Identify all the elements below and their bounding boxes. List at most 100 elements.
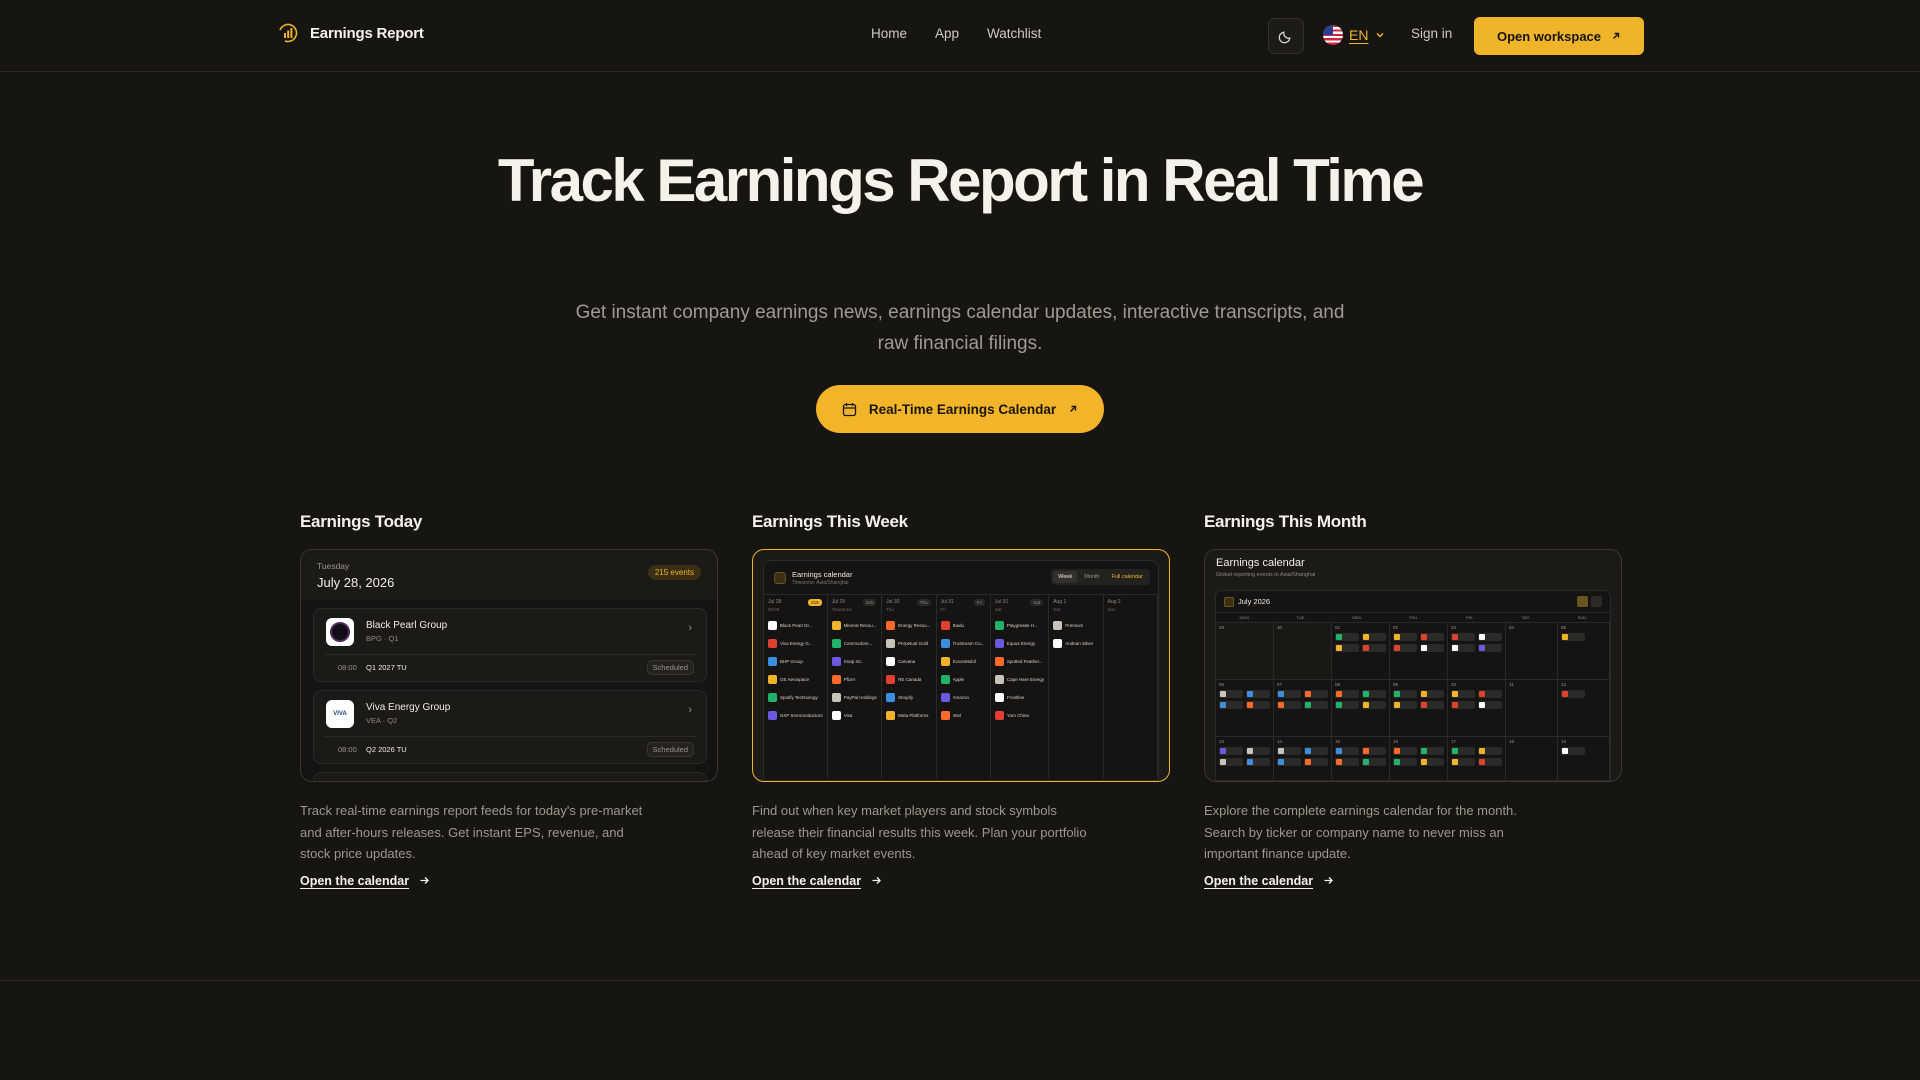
week-event-item[interactable]: Snap Inc. xyxy=(831,657,877,666)
calendar-day-cell[interactable]: 14 xyxy=(1274,737,1332,781)
week-event-item[interactable]: Apple xyxy=(940,675,986,684)
calendar-day-cell[interactable]: 04 xyxy=(1506,623,1558,680)
week-event-item[interactable]: Yum China xyxy=(994,711,1044,720)
month-view-button[interactable] xyxy=(1577,596,1588,607)
week-event-item[interactable]: Andean Silver xyxy=(1053,639,1098,648)
calendar-event-chip[interactable] xyxy=(1219,747,1243,755)
calendar-event-chip[interactable] xyxy=(1277,701,1301,709)
open-calendar-link[interactable]: Open the calendar xyxy=(300,874,718,888)
week-event-item[interactable]: Viva Energy G... xyxy=(768,639,823,648)
calendar-event-chip[interactable] xyxy=(1277,747,1301,755)
calendar-event-chip[interactable] xyxy=(1561,690,1585,698)
calendar-event-chip[interactable] xyxy=(1219,758,1243,766)
calendar-day-cell[interactable]: 07 xyxy=(1274,680,1332,737)
calendar-event-chip[interactable] xyxy=(1335,644,1359,652)
week-event-item[interactable]: PayPal Holdings xyxy=(831,693,877,702)
week-event-item[interactable]: Playgreatie H... xyxy=(994,621,1044,630)
calendar-event-chip[interactable] xyxy=(1335,690,1359,698)
calendar-day-cell[interactable]: 19 xyxy=(1558,737,1610,781)
calendar-event-chip[interactable] xyxy=(1420,701,1444,709)
week-event-item[interactable]: NXP Semiconductors xyxy=(768,711,823,720)
week-day-column[interactable]: Jul 31 Fri Fri Baidu TruStream Co... ExxonMob… xyxy=(937,595,991,778)
calendar-day-cell[interactable]: 09 xyxy=(1390,680,1448,737)
calendar-event-chip[interactable] xyxy=(1277,758,1301,766)
open-calendar-label[interactable]: Open the calendar xyxy=(752,874,861,888)
nav-app-link[interactable]: App xyxy=(935,26,959,41)
calendar-event-chip[interactable] xyxy=(1420,747,1444,755)
earnings-today-preview[interactable]: Tuesday July 28, 2026 215 events Black P… xyxy=(300,549,718,782)
week-day-column[interactable]: Jul 31 Sat Sat Playgreatie H... Equus Energy… xyxy=(991,595,1050,778)
calendar-day-cell[interactable]: 06 xyxy=(1216,680,1274,737)
calendar-event-chip[interactable] xyxy=(1451,644,1475,652)
calendar-event-chip[interactable] xyxy=(1246,747,1270,755)
week-event-item[interactable]: Visa xyxy=(831,711,877,720)
week-event-item[interactable]: BHP Group xyxy=(768,657,823,666)
calendar-event-chip[interactable] xyxy=(1478,701,1502,709)
open-calendar-link[interactable]: Open the calendar xyxy=(752,874,1170,888)
calendar-event-chip[interactable] xyxy=(1277,690,1301,698)
calendar-event-chip[interactable] xyxy=(1393,644,1417,652)
open-calendar-link[interactable]: Open the calendar xyxy=(1204,874,1622,888)
calendar-day-cell[interactable]: 13 xyxy=(1216,737,1274,781)
calendar-event-chip[interactable] xyxy=(1304,690,1328,698)
calendar-day-cell[interactable]: 16 xyxy=(1390,737,1448,781)
calendar-day-cell[interactable]: 15 xyxy=(1332,737,1390,781)
brand[interactable]: Earnings Report xyxy=(278,23,424,43)
week-event-item[interactable]: Energy Resou... xyxy=(886,621,931,630)
open-calendar-label[interactable]: Open the calendar xyxy=(300,874,409,888)
week-event-item[interactable]: Amazon xyxy=(940,693,986,702)
week-day-column[interactable]: Aug 2 Sun xyxy=(1104,595,1158,778)
week-event-item[interactable]: Intel xyxy=(940,711,986,720)
nav-watchlist-link[interactable]: Watchlist xyxy=(987,26,1041,41)
week-event-item[interactable]: Pfizer xyxy=(831,675,877,684)
week-event-item[interactable]: Frontline xyxy=(994,693,1044,702)
sign-in-link[interactable]: Sign in xyxy=(1411,26,1452,41)
calendar-day-cell[interactable]: 17 xyxy=(1448,737,1506,781)
calendar-event-chip[interactable] xyxy=(1362,633,1386,641)
calendar-event-chip[interactable] xyxy=(1561,633,1585,641)
week-event-item[interactable]: Black Pearl Gr... xyxy=(768,621,823,630)
week-event-item[interactable]: Premium xyxy=(1053,621,1098,630)
earnings-calendar-cta-button[interactable]: Real-Time Earnings Calendar xyxy=(816,385,1104,433)
calendar-event-chip[interactable] xyxy=(1362,758,1386,766)
calendar-day-cell[interactable]: 03 xyxy=(1448,623,1506,680)
calendar-event-chip[interactable] xyxy=(1393,747,1417,755)
nav-home-link[interactable]: Home xyxy=(871,26,907,41)
week-day-column[interactable]: Jul 30 Thu Thu Energy Resou... Perpetual Gol… xyxy=(882,595,937,778)
week-event-item[interactable]: TruStream Co... xyxy=(940,639,986,648)
calendar-day-cell[interactable]: 01 xyxy=(1332,623,1390,680)
week-event-item[interactable]: Carvana xyxy=(886,657,931,666)
week-event-item[interactable]: Mineral Resou... xyxy=(831,621,877,630)
calendar-event-chip[interactable] xyxy=(1420,758,1444,766)
calendar-day-cell[interactable]: 08 xyxy=(1332,680,1390,737)
calendar-event-chip[interactable] xyxy=(1420,644,1444,652)
calendar-event-chip[interactable] xyxy=(1451,690,1475,698)
calendar-event-chip[interactable] xyxy=(1393,758,1417,766)
open-calendar-label[interactable]: Open the calendar xyxy=(1204,874,1313,888)
calendar-event-chip[interactable] xyxy=(1362,747,1386,755)
calendar-event-chip[interactable] xyxy=(1420,690,1444,698)
calendar-day-cell[interactable]: 02 xyxy=(1390,623,1448,680)
list-item[interactable]: Black Pearl Group BPG · Q1 › 08:00 Q1 20… xyxy=(313,608,707,682)
calendar-event-chip[interactable] xyxy=(1451,633,1475,641)
calendar-event-chip[interactable] xyxy=(1393,633,1417,641)
calendar-event-chip[interactable] xyxy=(1478,747,1502,755)
week-event-item[interactable]: Baidu xyxy=(940,621,986,630)
week-event-item[interactable]: Perpetual Gold xyxy=(886,639,931,648)
calendar-event-chip[interactable] xyxy=(1219,701,1243,709)
calendar-event-chip[interactable] xyxy=(1304,701,1328,709)
calendar-event-chip[interactable] xyxy=(1561,747,1585,755)
calendar-day-cell[interactable]: 11 xyxy=(1506,680,1558,737)
calendar-event-chip[interactable] xyxy=(1420,633,1444,641)
calendar-event-chip[interactable] xyxy=(1362,701,1386,709)
calendar-event-chip[interactable] xyxy=(1335,747,1359,755)
calendar-event-chip[interactable] xyxy=(1362,690,1386,698)
week-event-item[interactable]: Shopify xyxy=(886,693,931,702)
earnings-month-preview[interactable]: Earnings calendar Global reporting event… xyxy=(1204,549,1622,782)
tab-week[interactable]: Week xyxy=(1053,571,1078,583)
earnings-week-preview[interactable]: Earnings calendar Timezone: Asia/Shangha… xyxy=(752,549,1170,782)
week-event-item[interactable]: Commodore... xyxy=(831,639,877,648)
calendar-event-chip[interactable] xyxy=(1393,701,1417,709)
list-item[interactable] xyxy=(313,772,707,781)
open-workspace-button[interactable]: Open workspace xyxy=(1474,17,1644,55)
